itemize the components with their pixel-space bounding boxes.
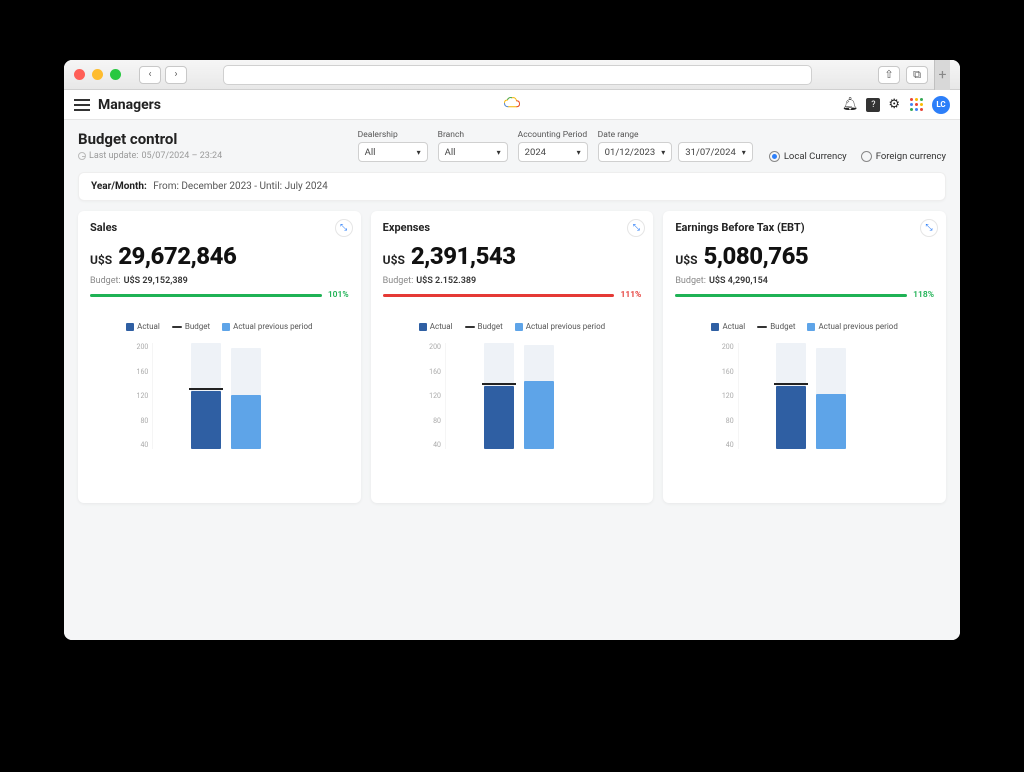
- ebt-amount: 5,080,765: [704, 242, 809, 270]
- bar-actual: [484, 343, 514, 449]
- bar-previous: [816, 348, 846, 449]
- date-range-summary: Year/Month: From: December 2023 - Until:…: [78, 172, 946, 201]
- budget-label: Budget:: [90, 276, 121, 286]
- daterange-label: Date range: [598, 130, 753, 140]
- progress-bar: [675, 294, 907, 297]
- expand-icon[interactable]: ⤡: [920, 219, 938, 237]
- last-update: Last update: 05/07/2024 – 23:24: [78, 151, 222, 161]
- sales-chart: 2001601208040: [134, 343, 304, 463]
- expenses-chart: 2001601208040: [427, 343, 597, 463]
- expand-icon[interactable]: ⤡: [627, 219, 645, 237]
- bar-previous: [231, 348, 261, 449]
- card-title: Sales: [90, 221, 349, 234]
- maximize-window-button[interactable]: [110, 69, 121, 80]
- budget-label: Budget:: [675, 276, 706, 286]
- date-from-select[interactable]: 01/12/2023▾: [598, 142, 673, 162]
- pct-value: 101%: [328, 290, 349, 300]
- page-content: Budget control Last update: 05/07/2024 –…: [64, 120, 960, 640]
- chevron-down-icon: ▾: [497, 148, 501, 157]
- url-bar[interactable]: [223, 65, 812, 85]
- bar-actual: [191, 343, 221, 449]
- chevron-down-icon: ▾: [577, 148, 581, 157]
- expenses-amount: 2,391,543: [411, 242, 516, 270]
- chevron-down-icon: ▾: [742, 148, 746, 157]
- new-tab-button[interactable]: +: [934, 60, 950, 90]
- apps-grid-icon[interactable]: [908, 97, 924, 113]
- chart-legend: Actual Budget Actual previous period: [90, 322, 349, 331]
- progress-bar: [90, 294, 322, 297]
- pct-value: 118%: [913, 290, 934, 300]
- budget-value: U$S 4,290,154: [709, 276, 768, 286]
- menu-icon[interactable]: [74, 99, 90, 111]
- app-title: Managers: [98, 97, 161, 113]
- period-label: Accounting Period: [518, 130, 588, 140]
- pct-value: 111%: [620, 290, 641, 300]
- card-ebt: Earnings Before Tax (EBT) ⤡ U$S 5,080,76…: [663, 211, 946, 503]
- progress-bar: [383, 294, 615, 297]
- date-to-select[interactable]: 31/07/2024▾: [678, 142, 753, 162]
- cloud-logo-icon: [503, 95, 521, 114]
- dealership-select[interactable]: All▾: [358, 142, 428, 162]
- range-text: From: December 2023 - Until: July 2024: [153, 181, 327, 192]
- chart-legend: Actual Budget Actual previous period: [675, 322, 934, 331]
- card-title: Expenses: [383, 221, 642, 234]
- dealership-label: Dealership: [358, 130, 428, 140]
- settings-icon[interactable]: ⚙︎: [888, 97, 900, 112]
- budget-value: U$S 2.152.389: [416, 276, 476, 286]
- currency-label: U$S: [383, 253, 405, 267]
- app-header: Managers 🔔︎ ? ⚙︎ LC: [64, 90, 960, 120]
- nav-buttons: ‹ ›: [139, 66, 187, 84]
- sales-amount: 29,672,846: [118, 242, 236, 270]
- period-select[interactable]: 2024▾: [518, 142, 588, 162]
- clock-icon: [78, 152, 86, 160]
- card-sales: Sales ⤡ U$S 29,672,846 Budget:U$S 29,152…: [78, 211, 361, 503]
- traffic-lights: [74, 69, 121, 80]
- help-icon[interactable]: ?: [866, 98, 880, 112]
- close-window-button[interactable]: [74, 69, 85, 80]
- branch-label: Branch: [438, 130, 508, 140]
- bar-previous: [524, 345, 554, 449]
- card-title: Earnings Before Tax (EBT): [675, 221, 934, 234]
- kpi-cards: Sales ⤡ U$S 29,672,846 Budget:U$S 29,152…: [78, 211, 946, 503]
- local-currency-radio[interactable]: Local Currency: [769, 151, 847, 162]
- bell-icon[interactable]: 🔔︎: [842, 97, 859, 112]
- chevron-down-icon: ▾: [417, 148, 421, 157]
- minimize-window-button[interactable]: [92, 69, 103, 80]
- user-avatar[interactable]: LC: [932, 96, 950, 114]
- share-icon[interactable]: ⇧: [878, 66, 900, 84]
- window-titlebar: ‹ › ⇧ ⧉ +: [64, 60, 960, 90]
- foreign-currency-radio[interactable]: Foreign currency: [861, 151, 946, 162]
- ebt-chart: 2001601208040: [720, 343, 890, 463]
- last-update-value: 05/07/2024 – 23:24: [141, 151, 222, 161]
- chevron-down-icon: ▾: [661, 148, 665, 157]
- currency-label: U$S: [90, 253, 112, 267]
- page-title: Budget control: [78, 130, 222, 148]
- expand-icon[interactable]: ⤡: [335, 219, 353, 237]
- currency-label: U$S: [675, 253, 697, 267]
- chart-legend: Actual Budget Actual previous period: [383, 322, 642, 331]
- forward-button[interactable]: ›: [165, 66, 187, 84]
- card-expenses: Expenses ⤡ U$S 2,391,543 Budget:U$S 2.15…: [371, 211, 654, 503]
- budget-value: U$S 29,152,389: [124, 276, 188, 286]
- back-button[interactable]: ‹: [139, 66, 161, 84]
- browser-window: ‹ › ⇧ ⧉ + Managers 🔔︎ ? ⚙︎ LC Budget con…: [64, 60, 960, 640]
- budget-label: Budget:: [383, 276, 414, 286]
- filters-row: Dealership All▾ Branch All▾ Accounting P…: [358, 130, 946, 162]
- bar-actual: [776, 343, 806, 449]
- tabs-icon[interactable]: ⧉: [906, 66, 928, 84]
- last-update-label: Last update:: [89, 151, 138, 161]
- range-label: Year/Month:: [91, 181, 147, 192]
- branch-select[interactable]: All▾: [438, 142, 508, 162]
